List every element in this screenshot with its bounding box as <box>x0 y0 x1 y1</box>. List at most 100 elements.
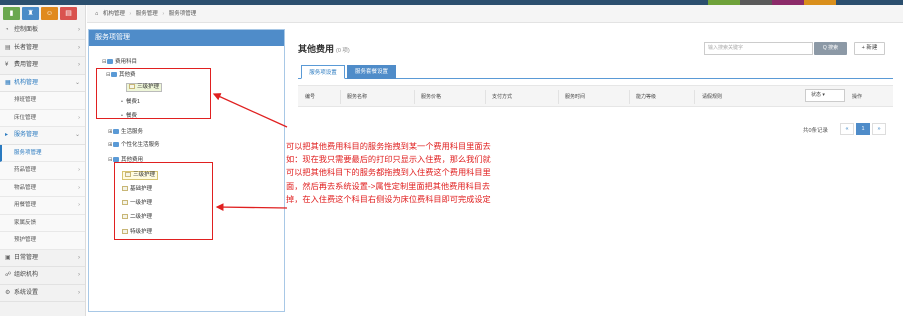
tasks-icon[interactable]: ▤ <box>60 7 77 20</box>
chevron-down-icon: ⌄ <box>74 79 80 86</box>
sidebar-subitem[interactable]: 物品管理 › <box>0 179 85 197</box>
breadcrumb-separator: › <box>162 11 165 17</box>
sidebar-subitem[interactable]: 药品管理 › <box>0 162 85 180</box>
record-count: 共0条记录 <box>803 128 829 134</box>
pager-next[interactable]: » <box>872 123 886 135</box>
column-header: 服务价格 <box>421 94 442 100</box>
column-header: 服务名称 <box>347 94 368 100</box>
calendar-icon: ▣ <box>5 254 11 261</box>
tree-node-label: 生活服务 <box>121 129 144 135</box>
column-header: 编号 <box>305 94 316 100</box>
sidebar-item[interactable]: ⚙ 系统设置 › <box>0 285 85 302</box>
sidebar: ▮ ♜ ☺ ▤ ◔ 控制面板 › ▤ 长者管理 › ¥ 费用管理 › ▦ 机构管理 ⌄ 排班管理 床位管理… <box>0 5 86 316</box>
column-header: 支付方式 <box>492 94 513 100</box>
annotation-line: 如：现在我只需要最后的打印只显示入住费，那么我们就 <box>286 155 491 165</box>
org-icon: ☍ <box>5 272 12 278</box>
column-divider <box>485 90 486 104</box>
tree-node[interactable]: ⊞ 生活服务 <box>108 129 143 136</box>
sidebar-subitem-label: 床位管理 <box>14 114 37 121</box>
content-tabs: 服务项设置 服务套餐设置 <box>298 65 893 79</box>
sidebar-item[interactable]: ☍ 组织机构 › <box>0 267 85 285</box>
chevron-right-icon: › <box>78 27 80 33</box>
column-divider <box>414 90 415 104</box>
column-divider <box>340 90 341 104</box>
sidebar-item[interactable]: ◔ 控制面板 › <box>0 22 85 40</box>
sidebar-item-label: 长者管理 <box>14 44 39 51</box>
tab-service-items[interactable]: 服务项设置 <box>301 65 345 79</box>
sidebar-subitem[interactable]: 排班管理 <box>0 92 85 110</box>
sidebar-item-label: 服务管理 <box>14 132 39 138</box>
chevron-right-icon: › <box>78 62 80 68</box>
sidebar-subitem-label: 物品管理 <box>14 184 37 191</box>
sidebar-subitem-label: 服务项管理 <box>14 149 42 156</box>
tree-panel-title: 服务项管理 <box>89 30 284 46</box>
sidebar-subitem-label: 药品管理 <box>14 167 37 173</box>
dashboard-icon: ◔ <box>5 27 9 33</box>
search-button[interactable]: Q 搜索 <box>814 42 847 55</box>
bar-chart-icon[interactable]: ▮ <box>3 7 20 20</box>
pager-prev[interactable]: « <box>840 123 854 135</box>
chevron-right-icon: › <box>78 44 80 51</box>
sidebar-subitem[interactable]: 服务项管理 <box>0 144 85 162</box>
breadcrumb-item-2[interactable]: 服务管理 <box>136 11 158 17</box>
sidebar-item-label: 控制面板 <box>14 27 39 33</box>
annotation-box-top <box>96 68 211 119</box>
sidebar-subitem-label: 预护管理 <box>14 237 37 243</box>
sidebar-item[interactable]: ▦ 机构管理 ⌄ <box>0 74 85 92</box>
chevron-right-icon: › <box>78 167 80 173</box>
settings-icon: ⚙ <box>5 289 11 296</box>
sidebar-item-label: 系统设置 <box>14 289 39 296</box>
sidebar-subitem[interactable]: 用餐管理 › <box>0 197 85 215</box>
trophy-icon[interactable]: ♜ <box>22 7 39 20</box>
column-divider <box>558 90 559 104</box>
sidebar-shortcut-tabs: ▮ ♜ ☺ ▤ <box>0 5 85 22</box>
sidebar-subitem[interactable]: 床位管理 › <box>0 109 85 127</box>
breadcrumb-separator: › <box>129 11 132 17</box>
annotation-line: 可以把其他科目下的服务都拖拽到入住费这个费用科目里 <box>286 168 491 178</box>
annotation-line: 掉，在入住费这个科目右侧设为床位费科目即可完成设定 <box>286 194 491 204</box>
chevron-down-icon: ⌄ <box>74 132 80 138</box>
new-button[interactable]: + 新建 <box>854 42 885 55</box>
chevron-right-icon: › <box>78 289 80 296</box>
column-header: 请假规则 <box>702 94 723 100</box>
sidebar-subitem-label: 用餐管理 <box>14 202 37 208</box>
tab-service-packages[interactable]: 服务套餐设置 <box>347 65 396 79</box>
search-input[interactable]: 输入搜索关键字 <box>704 42 813 55</box>
tree-node[interactable]: ⊞ 个性化生活服务 <box>108 142 160 149</box>
tree-node[interactable]: ⊟ 费用科目 <box>102 59 137 66</box>
breadcrumb-item-1[interactable]: 机构管理 <box>103 11 125 17</box>
sidebar-subitem-label: 家属反馈 <box>14 219 37 226</box>
sidebar-item-label: 费用管理 <box>14 62 39 68</box>
status-filter-select[interactable]: 状态 ▾ <box>805 89 845 102</box>
folder-icon <box>107 59 113 64</box>
users-icon[interactable]: ☺ <box>41 7 58 20</box>
sidebar-subitem[interactable]: 家属反馈 <box>0 214 85 232</box>
page-title: 其他费用 (0 项) <box>298 42 350 55</box>
tree-node-label: 个性化生活服务 <box>121 142 160 148</box>
sidebar-item[interactable]: ▣ 日常管理 › <box>0 250 85 267</box>
money-icon: ¥ <box>5 62 9 68</box>
column-divider <box>629 90 630 104</box>
annotation-line: 面，然后再去系统设置->属性定制里面把其他费用科目去 <box>286 181 491 191</box>
tree-node-label: 费用科目 <box>115 59 138 65</box>
breadcrumb: ⌂ 机构管理 › 服务管理 › 服务项管理 <box>87 5 903 23</box>
sidebar-item-label: 组织机构 <box>14 272 39 278</box>
sidebar-item[interactable]: ▤ 长者管理 › <box>0 40 85 57</box>
chevron-right-icon: › <box>78 184 80 191</box>
sidebar-item-label: 日常管理 <box>14 254 39 261</box>
page-title-text: 其他费用 <box>298 44 335 54</box>
building-icon: ▦ <box>5 79 11 86</box>
service-icon: ▸ <box>5 132 9 138</box>
home-icon[interactable]: ⌂ <box>95 11 98 17</box>
item-count: (0 项) <box>336 48 350 54</box>
table-header: 编号 服务名称 服务价格 支付方式 服务时间 能力等级 请假规则 操作 <box>298 85 893 107</box>
breadcrumb-item-3: 服务项管理 <box>168 11 197 17</box>
column-header: 能力等级 <box>636 94 657 100</box>
column-header: 操作 <box>852 94 863 100</box>
sidebar-subitem[interactable]: 预护管理 <box>0 232 85 250</box>
sidebar-item-label: 机构管理 <box>14 79 39 86</box>
sidebar-item[interactable]: ▸ 服务管理 ⌄ <box>0 127 85 145</box>
list-icon: ▤ <box>5 44 11 51</box>
pager-page-1[interactable]: 1 <box>856 123 870 135</box>
sidebar-item[interactable]: ¥ 费用管理 › <box>0 57 85 75</box>
